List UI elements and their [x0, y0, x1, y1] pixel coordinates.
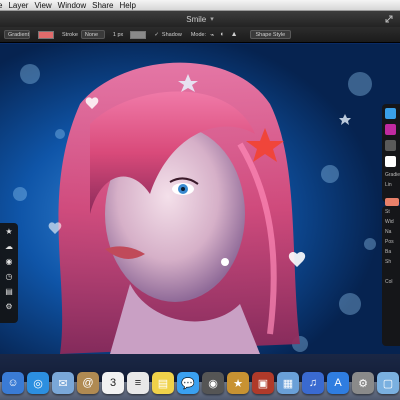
- inspector-row: Pos: [385, 239, 394, 245]
- color-palette: Gradie Lin: [382, 104, 400, 206]
- folder-icon[interactable]: ▢: [377, 372, 399, 394]
- photo-app-icon[interactable]: ▣: [252, 372, 274, 394]
- eye-icon[interactable]: ◉: [4, 257, 14, 267]
- mode-label: Mode:: [190, 31, 207, 38]
- stroke-color-swatch[interactable]: [130, 30, 147, 39]
- inspector-row: Sh: [385, 259, 392, 265]
- photo-booth-icon[interactable]: ★: [227, 372, 249, 394]
- document-icon[interactable]: ▤: [4, 287, 14, 297]
- shape-style-button[interactable]: Shape Style: [249, 30, 292, 39]
- inspector-row: Na: [385, 229, 392, 235]
- safari-icon[interactable]: ◎: [27, 372, 49, 394]
- menu-help[interactable]: Help: [119, 1, 135, 10]
- mode-icon-3[interactable]: ▲: [231, 31, 238, 38]
- fullscreen-icon[interactable]: [384, 14, 394, 24]
- inspector-row: Ba: [385, 249, 392, 255]
- document-proxy-icon[interactable]: ▾: [210, 15, 214, 23]
- inspector-row: [385, 269, 400, 279]
- iphoto-icon[interactable]: ▦: [277, 372, 299, 394]
- stroke-type-select[interactable]: None: [80, 30, 105, 39]
- calendar-icon[interactable]: 3: [102, 372, 124, 394]
- window-title: Smile: [186, 14, 207, 24]
- app-window: Smile ▾ Gradient Stroke None 1 px ✓ Shad…: [0, 11, 400, 354]
- inspector-palette: St Wid Na Pos Ba Sh Col: [382, 206, 400, 346]
- inspector-row: Wid: [385, 219, 394, 225]
- itunes-icon[interactable]: ♫: [302, 372, 324, 394]
- fill-color-swatch[interactable]: [38, 30, 54, 39]
- mode-icon-1[interactable]: ⌁: [210, 31, 214, 39]
- gradient-label: Gradie: [385, 172, 400, 178]
- menu-layer[interactable]: Layer: [8, 1, 28, 10]
- textedit-icon[interactable]: ≡: [127, 372, 149, 394]
- current-color-swatch[interactable]: [385, 198, 399, 206]
- shadow-label: Shadow: [161, 31, 182, 38]
- menu-bar: e Layer View Window Share Help: [0, 0, 400, 11]
- address-book-icon[interactable]: @: [77, 372, 99, 394]
- color-swatch-blue[interactable]: [385, 108, 396, 119]
- star-icon[interactable]: ★: [4, 227, 14, 237]
- menu-share[interactable]: Share: [92, 1, 113, 10]
- preferences-icon[interactable]: ⚙: [352, 372, 374, 394]
- color-swatch-gray[interactable]: [385, 140, 396, 151]
- photo-canvas[interactable]: Gradie Lin: [0, 44, 400, 354]
- dock-icons: ☺ ◎ ✉ @3 ≡ ▤ 💬 ◉ ★ ▣ ▦ ♫ A ⚙ ▢: [0, 368, 400, 394]
- cloud-icon[interactable]: ☁: [4, 242, 14, 252]
- clock-icon[interactable]: ◷: [4, 272, 14, 282]
- mode-icon-2[interactable]: ◐: [220, 31, 224, 38]
- menu-edit[interactable]: e: [0, 1, 2, 10]
- facetime-icon[interactable]: ◉: [202, 372, 224, 394]
- fill-type-select[interactable]: Gradient: [4, 30, 30, 39]
- menu-window[interactable]: Window: [58, 1, 86, 10]
- shadow-checkbox[interactable]: ✓: [154, 32, 159, 38]
- messages-icon[interactable]: 💬: [177, 372, 199, 394]
- portrait-photo: [0, 44, 400, 354]
- shape-toolbar: Gradient Stroke None 1 px ✓ Shadow Mode:…: [0, 27, 400, 43]
- mail-icon[interactable]: ✉: [52, 372, 74, 394]
- inspector-row: Col: [385, 279, 393, 285]
- title-bar: Smile ▾: [0, 11, 400, 27]
- tool-palette: ★ ☁ ◉ ◷ ▤ ⚙: [0, 223, 18, 323]
- menu-view[interactable]: View: [34, 1, 51, 10]
- gear-icon[interactable]: ⚙: [4, 302, 14, 312]
- stickies-icon[interactable]: ▤: [152, 372, 174, 394]
- stroke-label: Stroke: [62, 31, 78, 38]
- inspector-row: St: [385, 209, 390, 215]
- app-store-icon[interactable]: A: [327, 372, 349, 394]
- dock: ☺ ◎ ✉ @3 ≡ ▤ 💬 ◉ ★ ▣ ▦ ♫ A ⚙ ▢: [0, 354, 400, 400]
- stroke-width-field[interactable]: 1 px: [113, 32, 123, 38]
- linear-label: Lin: [385, 182, 392, 188]
- color-swatch-white[interactable]: [385, 156, 396, 167]
- finder-icon[interactable]: ☺: [2, 372, 24, 394]
- color-swatch-magenta[interactable]: [385, 124, 396, 135]
